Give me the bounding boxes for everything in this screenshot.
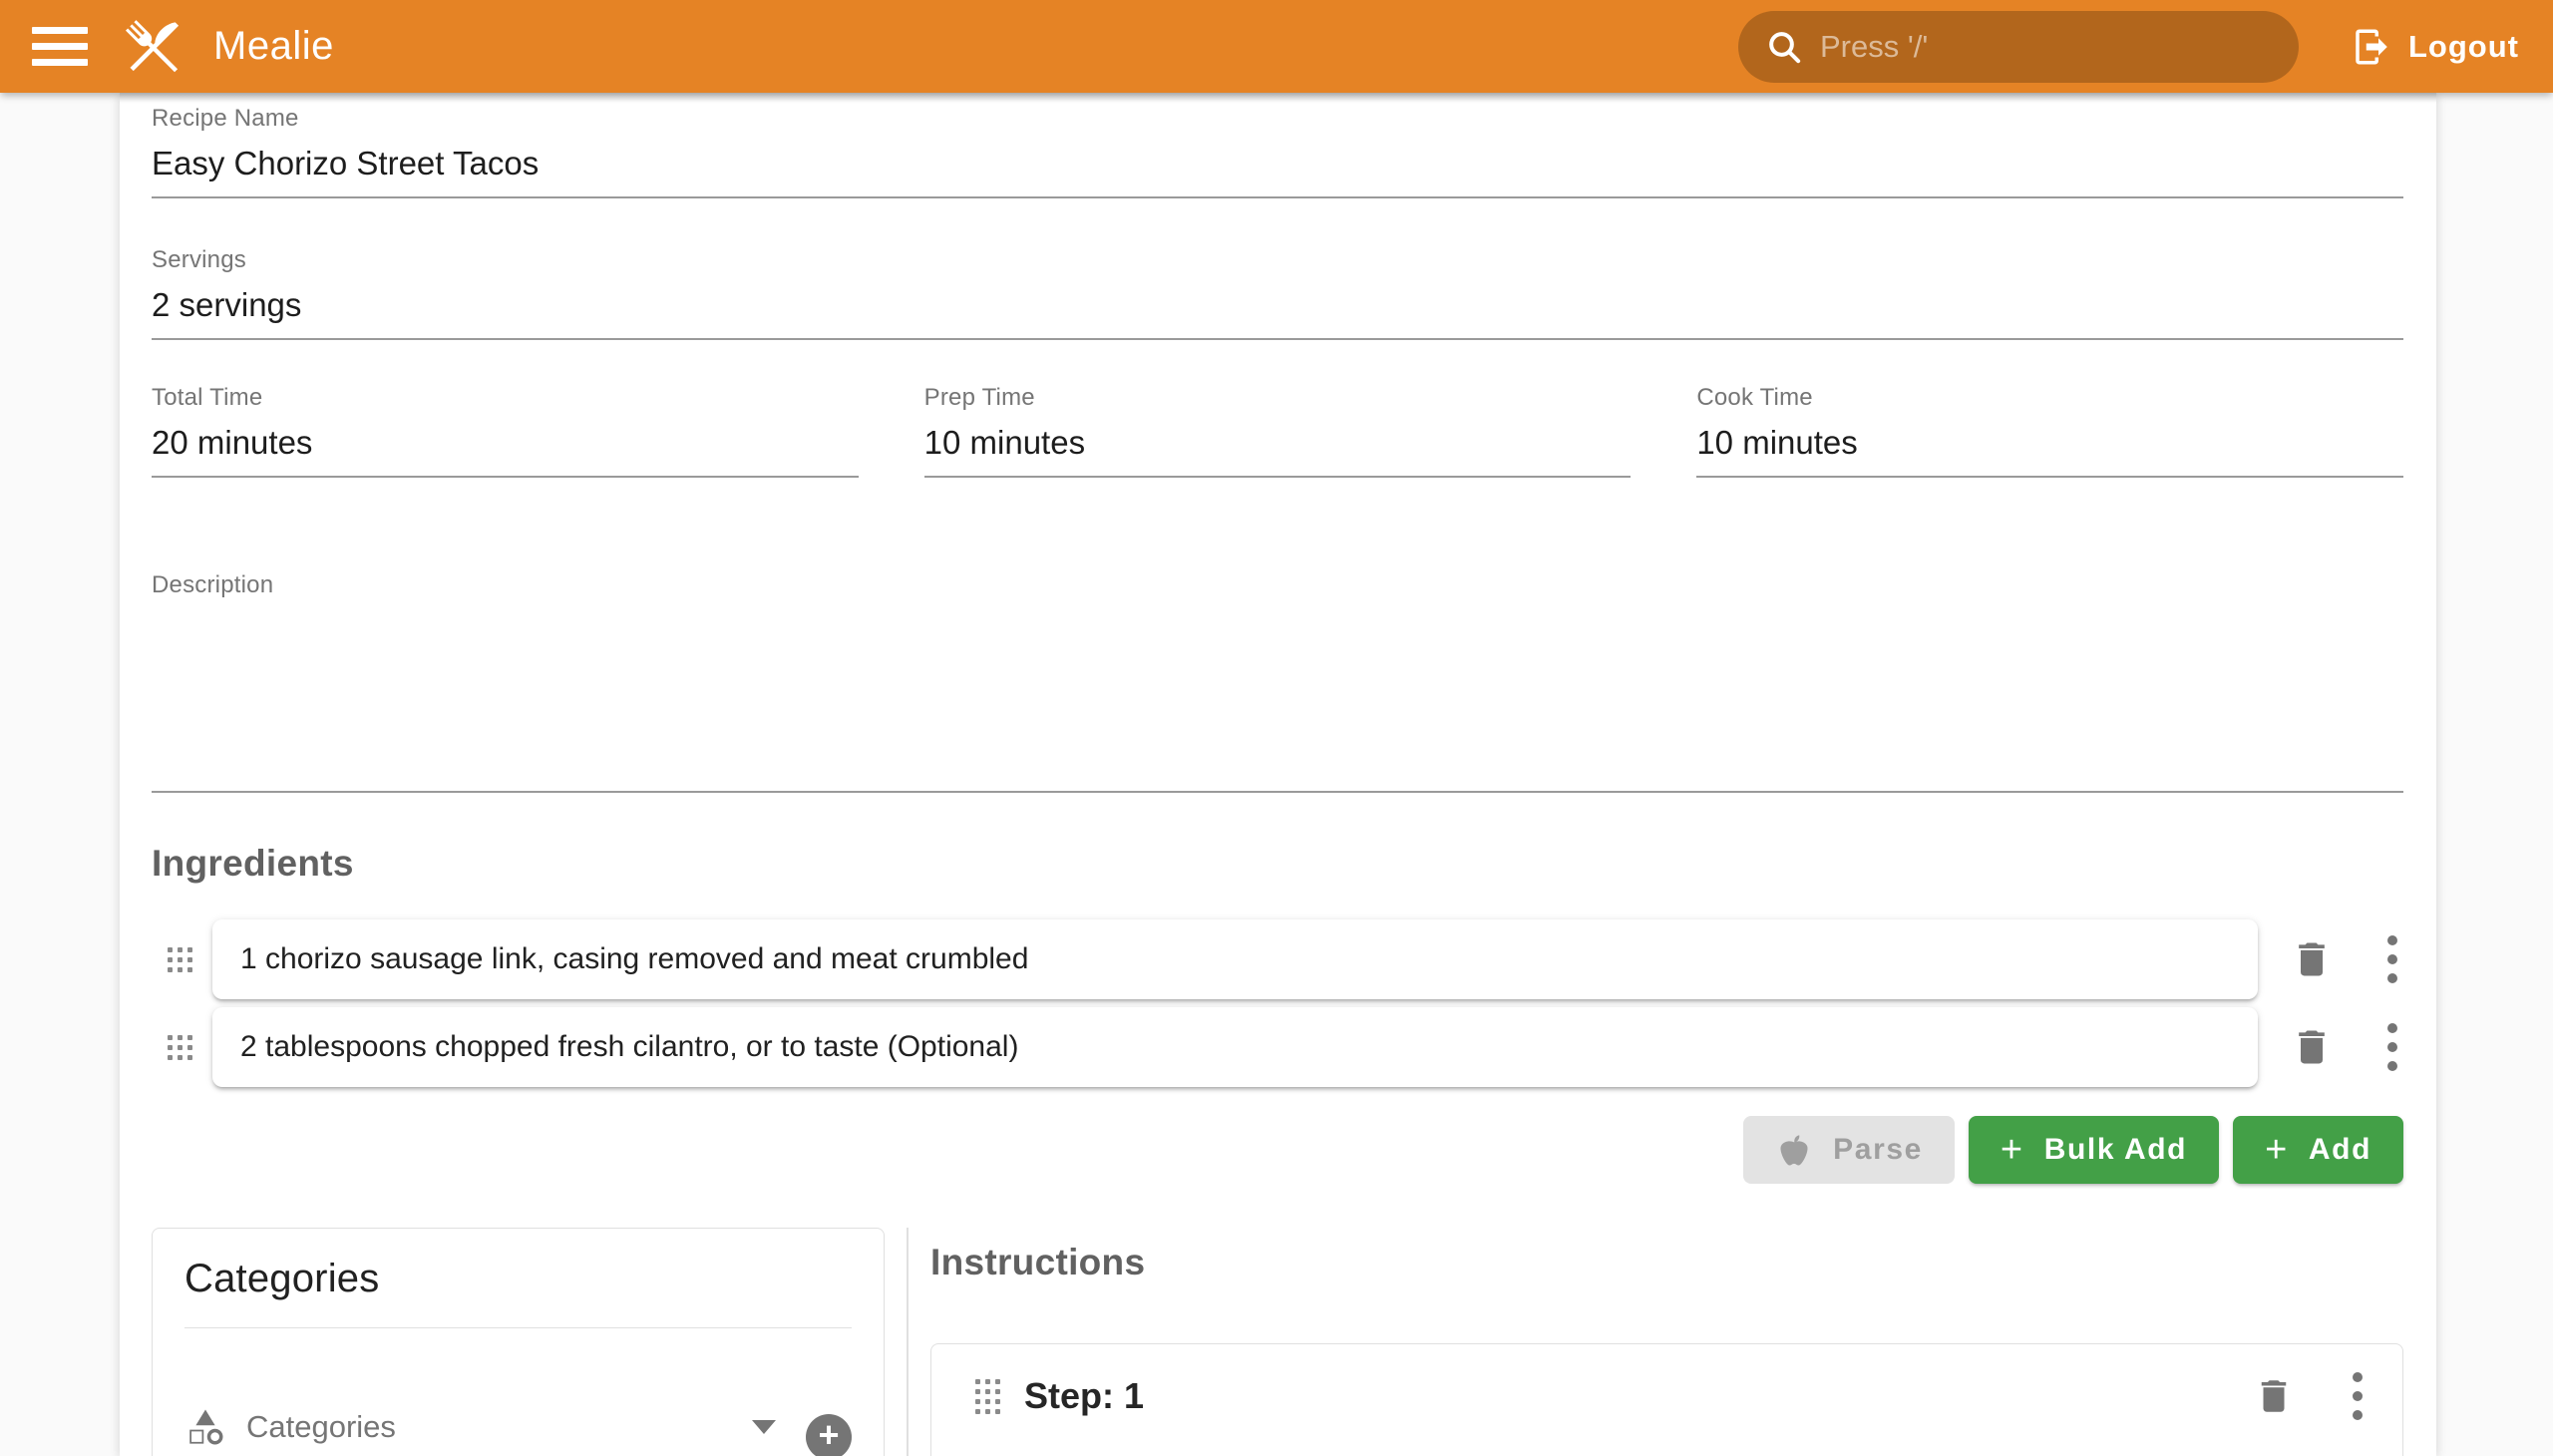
servings-input[interactable] bbox=[152, 286, 2403, 324]
mealie-recipe-editor: Mealie Press '/' Logout Recipe Name bbox=[0, 0, 2553, 1456]
cook-time-input[interactable] bbox=[1696, 424, 2403, 462]
cook-time-label: Cook Time bbox=[1696, 384, 2403, 412]
recipe-name-field: Recipe Name bbox=[152, 105, 2403, 198]
ingredient-input[interactable] bbox=[240, 942, 2230, 976]
categories-column: Categories Categories + bbox=[152, 1228, 885, 1456]
drag-handle-icon[interactable] bbox=[975, 1379, 1000, 1414]
prep-time-input[interactable] bbox=[924, 424, 1632, 462]
trash-icon bbox=[2290, 1025, 2334, 1069]
bulk-add-label: Bulk Add bbox=[2044, 1133, 2187, 1167]
drag-handle-icon[interactable] bbox=[168, 1035, 192, 1060]
mealie-logo-icon bbox=[118, 10, 191, 84]
search-input[interactable]: Press '/' bbox=[1738, 11, 2299, 83]
step-header: Step: 1 bbox=[961, 1372, 2372, 1420]
step-title: Step: 1 bbox=[1024, 1375, 1144, 1417]
servings-label: Servings bbox=[152, 246, 2403, 274]
bulk-add-button[interactable]: + Bulk Add bbox=[1969, 1116, 2219, 1184]
instructions-heading: Instructions bbox=[930, 1242, 2403, 1283]
recipe-name-label: Recipe Name bbox=[152, 105, 2403, 133]
recipe-card: Recipe Name Servings Total Time Prep Tim… bbox=[120, 93, 2436, 1456]
prep-time-field: Prep Time bbox=[924, 384, 1632, 478]
instructions-column: Instructions Step: 1 bbox=[909, 1228, 2403, 1456]
delete-ingredient-button[interactable] bbox=[2290, 937, 2334, 981]
categories-select-row: Categories + bbox=[184, 1406, 852, 1456]
step-card: Step: 1 Combine crumbled chorizo and chi… bbox=[930, 1343, 2403, 1456]
hamburger-menu-icon[interactable] bbox=[24, 11, 96, 83]
categories-select-placeholder: Categories bbox=[246, 1409, 732, 1445]
add-ingredient-button[interactable]: + Add bbox=[2233, 1116, 2403, 1184]
ingredient-card bbox=[212, 919, 2258, 999]
delete-step-button[interactable] bbox=[2253, 1375, 2295, 1417]
shapes-icon bbox=[184, 1406, 226, 1448]
categories-card: Categories Categories + bbox=[152, 1228, 885, 1456]
parse-button[interactable]: Parse bbox=[1743, 1116, 1955, 1184]
add-category-button[interactable]: + bbox=[806, 1414, 852, 1456]
categories-title: Categories bbox=[184, 1257, 852, 1301]
drag-handle-icon[interactable] bbox=[168, 947, 192, 972]
plus-icon: + bbox=[2001, 1131, 2024, 1169]
logout-icon bbox=[2351, 26, 2392, 68]
ingredient-row bbox=[152, 918, 2403, 1000]
logout-button[interactable]: Logout bbox=[2345, 16, 2525, 78]
total-time-input[interactable] bbox=[152, 424, 859, 462]
bottom-section: Categories Categories + bbox=[152, 1228, 2403, 1456]
ingredients-heading: Ingredients bbox=[152, 843, 2403, 885]
step-menu-kebab-icon[interactable] bbox=[2353, 1372, 2363, 1420]
trash-icon bbox=[2253, 1375, 2295, 1417]
categories-select[interactable]: Categories bbox=[184, 1406, 782, 1456]
delete-ingredient-button[interactable] bbox=[2290, 1025, 2334, 1069]
divider bbox=[184, 1327, 852, 1328]
add-label: Add bbox=[2309, 1133, 2371, 1167]
apple-icon bbox=[1775, 1131, 1813, 1169]
cook-time-field: Cook Time bbox=[1696, 384, 2403, 478]
search-icon bbox=[1764, 27, 1804, 67]
total-time-field: Total Time bbox=[152, 384, 859, 478]
recipe-name-input[interactable] bbox=[152, 145, 2403, 182]
plus-icon: + bbox=[2265, 1131, 2289, 1169]
ingredient-menu-kebab-icon[interactable] bbox=[2387, 1023, 2397, 1071]
description-field: Description bbox=[152, 571, 2403, 793]
ingredient-row bbox=[152, 1006, 2403, 1088]
total-time-label: Total Time bbox=[152, 384, 859, 412]
app-title: Mealie bbox=[213, 24, 334, 69]
description-label: Description bbox=[152, 571, 2403, 599]
ingredient-menu-kebab-icon[interactable] bbox=[2387, 935, 2397, 983]
description-textarea[interactable] bbox=[152, 599, 2403, 777]
servings-field: Servings bbox=[152, 246, 2403, 340]
parse-label: Parse bbox=[1833, 1133, 1923, 1167]
chevron-down-icon bbox=[752, 1420, 776, 1434]
prep-time-label: Prep Time bbox=[924, 384, 1632, 412]
trash-icon bbox=[2290, 937, 2334, 981]
logout-label: Logout bbox=[2408, 29, 2519, 65]
search-placeholder: Press '/' bbox=[1820, 29, 1928, 65]
app-bar: Mealie Press '/' Logout bbox=[0, 0, 2553, 93]
ingredient-input[interactable] bbox=[240, 1030, 2230, 1064]
ingredient-card bbox=[212, 1007, 2258, 1087]
ingredients-actions: Parse + Bulk Add + Add bbox=[152, 1116, 2403, 1184]
ingredient-list bbox=[152, 918, 2403, 1088]
time-row: Total Time Prep Time Cook Time bbox=[152, 384, 2403, 478]
